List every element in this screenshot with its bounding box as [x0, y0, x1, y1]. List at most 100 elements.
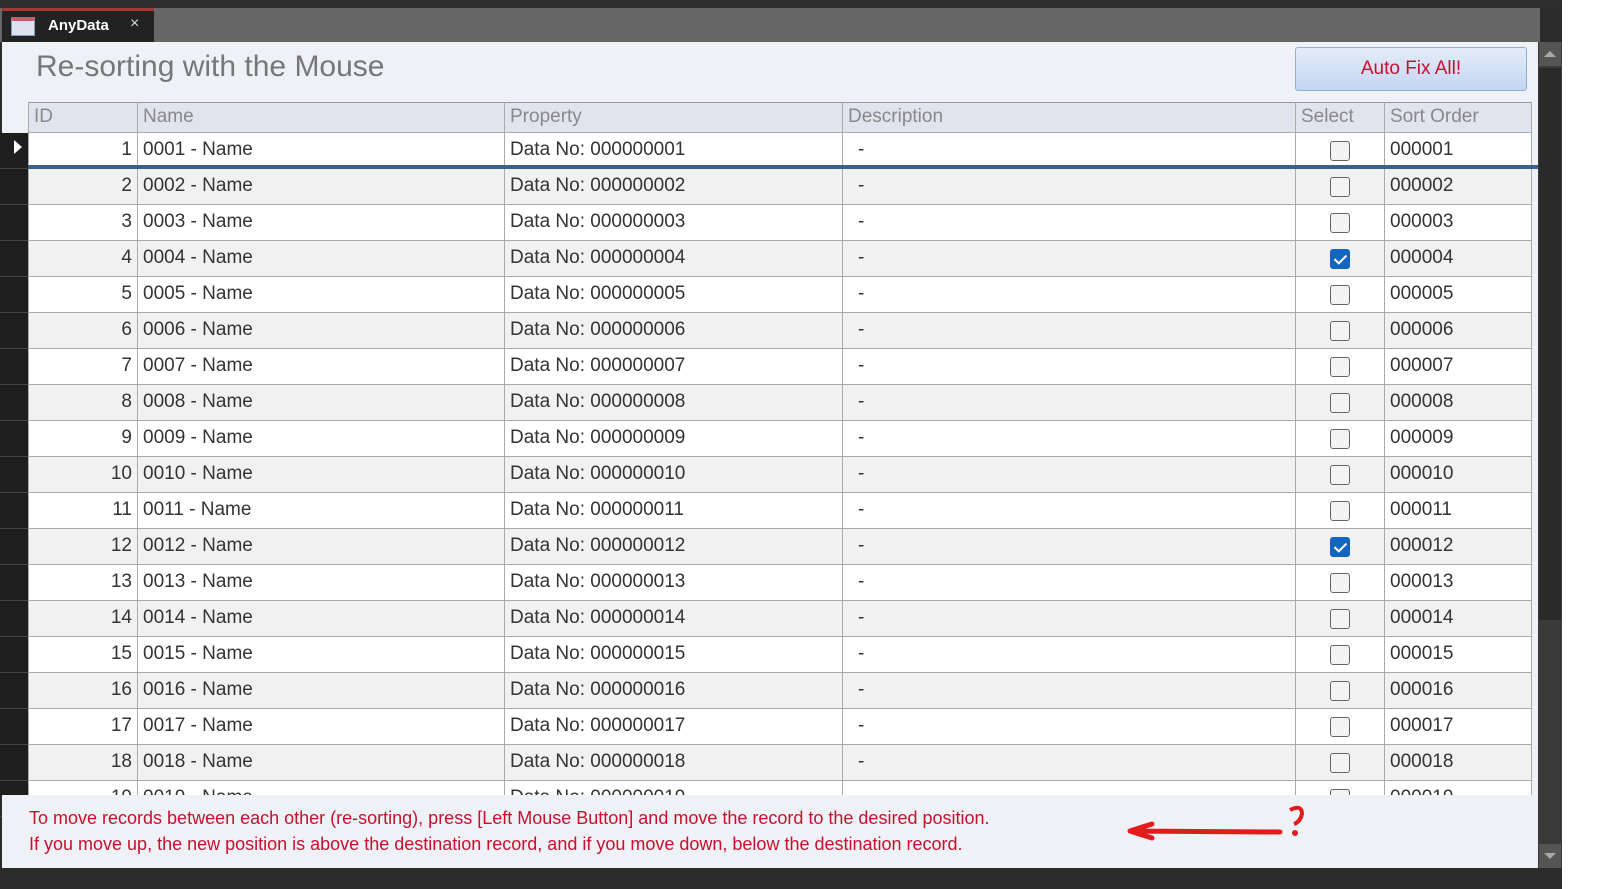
- description-cell[interactable]: -: [843, 457, 1296, 493]
- select-checkbox[interactable]: [1330, 393, 1350, 413]
- property-cell[interactable]: Data No: 000000018: [505, 745, 843, 781]
- select-checkbox[interactable]: [1330, 285, 1350, 305]
- select-checkbox[interactable]: [1330, 321, 1350, 341]
- sort-order-cell[interactable]: 000006: [1385, 313, 1532, 349]
- name-cell[interactable]: 0014 - Name: [138, 601, 505, 637]
- description-cell[interactable]: -: [843, 421, 1296, 457]
- select-cell[interactable]: [1296, 529, 1385, 565]
- select-checkbox[interactable]: [1330, 141, 1350, 161]
- id-cell[interactable]: 3: [28, 205, 138, 241]
- table-row[interactable]: 15 0015 - Name Data No: 000000015- 000015: [28, 637, 1532, 673]
- table-row[interactable]: 10 0010 - Name Data No: 000000010- 000010: [28, 457, 1532, 493]
- name-cell[interactable]: 0016 - Name: [138, 673, 505, 709]
- id-cell[interactable]: 18: [28, 745, 138, 781]
- select-checkbox[interactable]: [1330, 357, 1350, 377]
- select-checkbox[interactable]: [1330, 753, 1350, 773]
- select-checkbox[interactable]: [1330, 177, 1350, 197]
- name-cell[interactable]: 0011 - Name: [138, 493, 505, 529]
- table-row[interactable]: 4 0004 - Name Data No: 000000004- 000004: [28, 241, 1532, 277]
- record-selector[interactable]: [0, 493, 28, 529]
- name-cell[interactable]: 0005 - Name: [138, 277, 505, 313]
- sort-order-cell[interactable]: 000008: [1385, 385, 1532, 421]
- sort-order-cell[interactable]: 000007: [1385, 349, 1532, 385]
- select-cell[interactable]: [1296, 241, 1385, 277]
- select-cell[interactable]: [1296, 205, 1385, 241]
- description-cell[interactable]: -: [843, 493, 1296, 529]
- property-cell[interactable]: Data No: 000000019: [505, 781, 843, 795]
- record-selector[interactable]: [0, 169, 28, 205]
- column-header-name[interactable]: Name: [138, 102, 505, 133]
- property-cell[interactable]: Data No: 000000007: [505, 349, 843, 385]
- table-row[interactable]: 7 0007 - Name Data No: 000000007- 000007: [28, 349, 1532, 385]
- description-cell[interactable]: -: [843, 133, 1296, 169]
- description-cell[interactable]: -: [843, 349, 1296, 385]
- select-checkbox[interactable]: [1330, 645, 1350, 665]
- sort-order-cell[interactable]: 000015: [1385, 637, 1532, 673]
- sort-order-cell[interactable]: 000018: [1385, 745, 1532, 781]
- property-cell[interactable]: Data No: 000000008: [505, 385, 843, 421]
- record-selector[interactable]: [0, 529, 28, 565]
- sort-order-cell[interactable]: 000003: [1385, 205, 1532, 241]
- table-row[interactable]: 8 0008 - Name Data No: 000000008- 000008: [28, 385, 1532, 421]
- record-selector[interactable]: [0, 601, 28, 637]
- close-icon[interactable]: ×: [130, 15, 139, 33]
- record-selector[interactable]: [0, 421, 28, 457]
- select-cell[interactable]: [1296, 745, 1385, 781]
- select-checkbox[interactable]: [1330, 717, 1350, 737]
- sort-order-cell[interactable]: 000019: [1385, 781, 1532, 795]
- sort-order-cell[interactable]: 000004: [1385, 241, 1532, 277]
- record-selector[interactable]: [0, 673, 28, 709]
- id-cell[interactable]: 15: [28, 637, 138, 673]
- property-cell[interactable]: Data No: 000000013: [505, 565, 843, 601]
- select-checkbox[interactable]: [1330, 681, 1350, 701]
- property-cell[interactable]: Data No: 000000011: [505, 493, 843, 529]
- description-cell[interactable]: -: [843, 277, 1296, 313]
- column-header-property[interactable]: Property: [505, 102, 843, 133]
- select-checkbox[interactable]: [1330, 609, 1350, 629]
- select-cell[interactable]: [1296, 313, 1385, 349]
- record-selector[interactable]: [0, 241, 28, 277]
- scroll-up-icon[interactable]: [1539, 42, 1561, 66]
- select-cell[interactable]: [1296, 709, 1385, 745]
- sort-order-cell[interactable]: 000009: [1385, 421, 1532, 457]
- record-selector[interactable]: [0, 385, 28, 421]
- property-cell[interactable]: Data No: 000000003: [505, 205, 843, 241]
- property-cell[interactable]: Data No: 000000010: [505, 457, 843, 493]
- property-cell[interactable]: Data No: 000000006: [505, 313, 843, 349]
- select-cell[interactable]: [1296, 673, 1385, 709]
- name-cell[interactable]: 0013 - Name: [138, 565, 505, 601]
- record-selector[interactable]: [0, 745, 28, 781]
- record-selector[interactable]: [0, 349, 28, 385]
- property-cell[interactable]: Data No: 000000016: [505, 673, 843, 709]
- id-cell[interactable]: 7: [28, 349, 138, 385]
- description-cell[interactable]: -: [843, 745, 1296, 781]
- sort-order-cell[interactable]: 000002: [1385, 169, 1532, 205]
- property-cell[interactable]: Data No: 000000004: [505, 241, 843, 277]
- record-selector-column[interactable]: [0, 133, 28, 817]
- description-cell[interactable]: -: [843, 781, 1296, 795]
- description-cell[interactable]: -: [843, 565, 1296, 601]
- scroll-down-icon[interactable]: [1539, 844, 1561, 868]
- name-cell[interactable]: 0010 - Name: [138, 457, 505, 493]
- property-cell[interactable]: Data No: 000000001: [505, 133, 843, 169]
- table-row[interactable]: 2 0002 - Name Data No: 000000002- 000002: [28, 169, 1532, 205]
- select-cell[interactable]: [1296, 565, 1385, 601]
- id-cell[interactable]: 8: [28, 385, 138, 421]
- description-cell[interactable]: -: [843, 313, 1296, 349]
- name-cell[interactable]: 0002 - Name: [138, 169, 505, 205]
- id-cell[interactable]: 10: [28, 457, 138, 493]
- id-cell[interactable]: 9: [28, 421, 138, 457]
- select-cell[interactable]: [1296, 349, 1385, 385]
- description-cell[interactable]: -: [843, 385, 1296, 421]
- record-selector[interactable]: [0, 637, 28, 673]
- record-selector[interactable]: [0, 313, 28, 349]
- name-cell[interactable]: 0012 - Name: [138, 529, 505, 565]
- select-cell[interactable]: [1296, 133, 1385, 169]
- select-checkbox[interactable]: [1330, 429, 1350, 449]
- description-cell[interactable]: -: [843, 673, 1296, 709]
- select-checkbox[interactable]: [1330, 501, 1350, 521]
- name-cell[interactable]: 0007 - Name: [138, 349, 505, 385]
- description-cell[interactable]: -: [843, 205, 1296, 241]
- column-header-description[interactable]: Description: [843, 102, 1296, 133]
- name-cell[interactable]: 0006 - Name: [138, 313, 505, 349]
